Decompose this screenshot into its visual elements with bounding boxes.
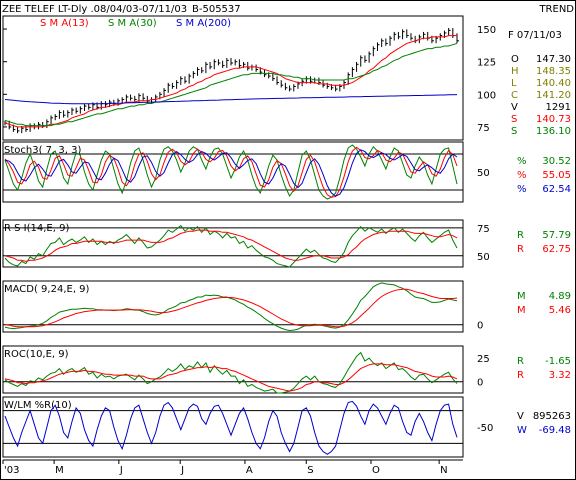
reading-value: 895263	[533, 411, 571, 422]
reading-label: %	[517, 184, 527, 195]
legend-entry: S M A(30)	[108, 18, 157, 29]
quote-value: 148.35	[536, 66, 571, 77]
sma-legend: S M A(13) S M A(30) S M A(200)	[40, 18, 231, 29]
x-tick-label: O	[372, 465, 380, 476]
chart-title: ZEE TELEF LT-Dly .08/04/03-07/11/03	[2, 4, 187, 15]
y-tick-label: 50	[477, 168, 490, 179]
reading-value: 57.79	[542, 230, 571, 241]
series-line	[4, 400, 458, 455]
panel-williams: -50 W/LM %R(10) V 895263 W -69.48	[2, 396, 571, 458]
y-tick-label: 100	[477, 90, 496, 101]
x-axis: '03 M J J A S O N	[2, 459, 463, 476]
security-code: B-505537	[192, 4, 241, 15]
reading-value: 62.75	[542, 244, 571, 255]
y-tick-label: 50	[477, 252, 490, 263]
series-line	[4, 42, 458, 127]
indicator-panels: 150 125 100 75 50 Stoch3( 7, 3, 3)% 30.52% 55.0…	[2, 15, 571, 458]
quote-value: 1291	[546, 102, 571, 113]
chart-canvas: ZEE TELEF LT-Dly .08/04/03-07/11/03 B-50…	[0, 0, 576, 480]
quote-label: V	[511, 102, 518, 113]
reading-label: R	[517, 230, 524, 241]
x-tick-label: M	[55, 465, 64, 476]
quote-value: 140.40	[536, 78, 571, 89]
reading-value: 55.05	[542, 170, 571, 181]
x-tick-label: '03	[4, 465, 19, 476]
series-line	[4, 35, 457, 128]
panel-price: 150 125 100 75	[2, 15, 496, 141]
x-tick-label: J	[180, 465, 184, 476]
series-line	[4, 229, 458, 262]
series-line	[4, 363, 458, 392]
quote-label: C	[511, 90, 518, 101]
reading-label: M	[517, 291, 526, 302]
reading-value: 30.52	[542, 156, 571, 167]
x-tick-label: A	[246, 465, 253, 476]
quote-value: 140.73	[536, 114, 571, 125]
quote-value: 136.10	[536, 126, 571, 137]
reading-value: 4.89	[549, 291, 571, 302]
reading-label: R	[517, 356, 524, 367]
legend-entry: S M A(200)	[176, 18, 231, 29]
y-tick-label: 75	[477, 123, 490, 134]
trend-label: TREND	[538, 4, 574, 15]
quote-label: H	[511, 66, 519, 77]
y-tick-label: -50	[477, 423, 493, 434]
reading-label: M	[517, 305, 526, 316]
y-tick-label: 150	[477, 25, 496, 36]
y-tick-label: 0	[477, 378, 483, 389]
x-tick-label: N	[440, 465, 447, 476]
panel-frame	[2, 345, 464, 394]
x-tick-label: S	[307, 465, 313, 476]
quote-label: S	[511, 114, 517, 125]
quote-label: S	[511, 126, 517, 137]
panel-title: MACD( 9,24,E, 9)	[4, 284, 90, 295]
series-line	[4, 149, 458, 197]
series-line	[4, 351, 458, 394]
reading-label: W	[517, 425, 527, 436]
panel-title: Stoch3( 7, 3, 3)	[4, 145, 81, 156]
reading-value: -1.65	[545, 356, 571, 367]
panel-roc: 25 0 ROC(10,E, 9) R -1.65 R 3.32	[2, 345, 571, 394]
y-tick-label: 25	[477, 354, 490, 365]
reading-label: %	[517, 156, 527, 167]
technical-chart: ZEE TELEF LT-Dly .08/04/03-07/11/03 B-50…	[0, 0, 576, 480]
reading-value: -69.48	[539, 425, 571, 436]
reading-label: R	[517, 244, 524, 255]
series-line	[4, 94, 458, 105]
quote-value: 147.30	[536, 54, 571, 65]
quote-label: O	[511, 54, 519, 65]
y-tick-label: 0	[477, 321, 483, 332]
quote-value: 141.20	[536, 90, 571, 101]
reading-value: 5.46	[549, 305, 571, 316]
reading-label: %	[517, 170, 527, 181]
x-tick-label: J	[119, 465, 123, 476]
reading-label: R	[517, 370, 524, 381]
quote-date: F 07/11/03	[508, 30, 562, 41]
panel-title: R S I(14,E, 9)	[4, 223, 69, 234]
reading-label: V	[517, 411, 524, 422]
panel-rsi: 75 50 R S I(14,E, 9) R 57.79 R 62.75	[2, 219, 571, 268]
legend-entry: S M A(13)	[40, 18, 89, 29]
panel-title: ROC(10,E, 9)	[4, 349, 69, 360]
panel-title: W/LM %R(10)	[4, 400, 72, 411]
y-tick-label: 75	[477, 224, 490, 235]
y-tick-label: 125	[477, 58, 496, 69]
panel-stochastic: 50 Stoch3( 7, 3, 3)% 30.52% 55.05% 62.54	[2, 141, 571, 203]
quote-label: L	[511, 78, 517, 89]
panel-macd: 0 MACD( 9,24,E, 9) M 4.89 M 5.46	[2, 280, 571, 333]
quote-panel: F 07/11/03 O 147.30 H 148.35 L 140.40 C 141.20 V…	[508, 30, 571, 137]
reading-value: 3.32	[549, 370, 571, 381]
reading-value: 62.54	[542, 184, 571, 195]
